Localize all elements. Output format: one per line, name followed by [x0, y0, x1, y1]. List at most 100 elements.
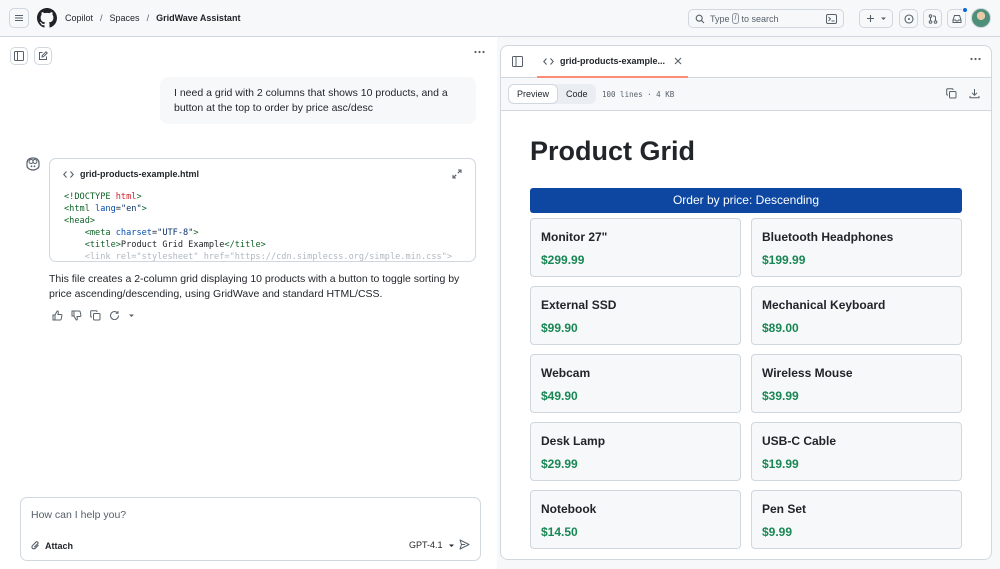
- product-name: Notebook: [541, 502, 597, 516]
- model-label: GPT-4.1: [409, 540, 443, 550]
- new-chat-button[interactable]: [34, 47, 52, 65]
- download-icon: [969, 89, 980, 99]
- send-button[interactable]: [459, 539, 470, 550]
- code-preview: <!DOCTYPE html> <html lang="en"> <head> <m…: [50, 189, 475, 262]
- compose-icon: [39, 51, 48, 60]
- breadcrumb-spaces[interactable]: Spaces: [110, 13, 140, 23]
- product-card: Bluetooth Headphones $199.99: [751, 218, 962, 277]
- product-price: $19.99: [762, 457, 799, 471]
- copy-file-button[interactable]: [946, 88, 957, 99]
- thumbs-up-icon[interactable]: [52, 310, 63, 321]
- github-logo-icon[interactable]: [37, 8, 57, 28]
- breadcrumb-space-name[interactable]: GridWave Assistant: [156, 13, 240, 23]
- copilot-avatar-icon: [25, 157, 41, 171]
- product-price: $49.90: [541, 389, 578, 403]
- close-icon[interactable]: [674, 57, 682, 65]
- rendered-preview: Product Grid Order by price: Descending …: [501, 111, 991, 559]
- product-name: Webcam: [541, 366, 591, 380]
- thumbs-down-icon[interactable]: [71, 310, 82, 321]
- product-price: $99.90: [541, 321, 578, 335]
- panel-options-button[interactable]: [970, 57, 981, 61]
- user-message: I need a grid with 2 columns that shows …: [160, 77, 476, 124]
- product-card: Mechanical Keyboard $89.00: [751, 286, 962, 345]
- attach-button[interactable]: Attach: [31, 540, 73, 551]
- model-picker[interactable]: GPT-4.1: [409, 540, 455, 550]
- product-name: Pen Set: [762, 502, 807, 516]
- product-card: USB-C Cable $19.99: [751, 422, 962, 481]
- chat-composer[interactable]: How can I help you? Attach GPT-4.1: [20, 497, 481, 561]
- tab-code[interactable]: Code: [558, 84, 596, 104]
- toggle-panel-button[interactable]: [512, 56, 523, 67]
- product-card: Desk Lamp $29.99: [530, 422, 741, 481]
- top-header: Copilot / Spaces / GridWave Assistant Ty…: [0, 0, 1000, 37]
- pull-request-icon: [928, 13, 937, 24]
- hamburger-icon: [15, 14, 23, 22]
- code-line-6: <link rel="stylesheet" href="https://cdn…: [64, 252, 453, 262]
- expand-icon: [452, 169, 462, 179]
- breadcrumb-separator: /: [146, 13, 150, 23]
- paperclip-icon: [31, 541, 39, 550]
- copy-icon: [946, 88, 957, 99]
- product-card: Notebook $14.50: [530, 490, 741, 549]
- code-line-4: <meta charset="UTF-8">: [84, 228, 199, 238]
- search-icon: [695, 14, 705, 23]
- avatar[interactable]: [971, 8, 991, 28]
- code-icon: [543, 57, 554, 65]
- menu-button[interactable]: [9, 8, 29, 28]
- issues-button[interactable]: [899, 9, 918, 28]
- expand-button[interactable]: [452, 169, 462, 179]
- search-suffix: to search: [741, 13, 779, 24]
- code-attachment-card[interactable]: grid-products-example.html <!DOCTYPE htm…: [49, 158, 476, 262]
- copy-icon[interactable]: [90, 310, 101, 321]
- product-name: External SSD: [541, 298, 617, 312]
- notifications-button[interactable]: [947, 7, 968, 28]
- retry-icon[interactable]: [109, 310, 120, 321]
- product-price: $39.99: [762, 389, 799, 403]
- composer-input[interactable]: How can I help you?: [31, 509, 126, 521]
- product-name: Mechanical Keyboard: [762, 298, 886, 312]
- code-line-5: <title>Product Grid Example</title>: [84, 240, 266, 250]
- file-tab[interactable]: grid-products-example...: [537, 46, 689, 78]
- product-grid: Monitor 27" $299.99 Bluetooth Headphones $…: [530, 218, 962, 549]
- download-button[interactable]: [969, 88, 980, 99]
- search-label: Type: [710, 13, 730, 24]
- view-toggle: Preview Code: [508, 84, 596, 104]
- code-card-header: grid-products-example.html: [50, 159, 475, 189]
- sort-by-price-button[interactable]: Order by price: Descending: [530, 188, 962, 213]
- product-price: $29.99: [541, 457, 578, 471]
- send-icon: [459, 539, 470, 550]
- conversation-options-button[interactable]: [474, 50, 485, 54]
- tab-preview[interactable]: Preview: [508, 84, 559, 104]
- breadcrumb-copilot[interactable]: Copilot: [65, 13, 93, 23]
- file-tab-label: grid-products-example...: [560, 56, 666, 66]
- product-price: $14.50: [541, 525, 578, 539]
- search-shortcut-key: /: [731, 13, 740, 24]
- preview-toolbar: Preview Code 100 lines · 4 KB: [501, 78, 991, 111]
- code-card-title: grid-products-example.html: [80, 169, 200, 179]
- product-name: Monitor 27": [541, 230, 608, 244]
- product-price: $89.00: [762, 321, 799, 335]
- product-price: $9.99: [762, 525, 793, 539]
- plus-icon: [866, 15, 874, 22]
- pull-requests-button[interactable]: [923, 9, 942, 28]
- toggle-sidebar-button[interactable]: [10, 47, 28, 65]
- search-input[interactable]: Type / to search: [688, 9, 844, 28]
- command-palette-icon[interactable]: [826, 14, 837, 24]
- file-preview-panel: grid-products-example... Preview Code 10…: [500, 45, 992, 560]
- product-price: $299.99: [541, 253, 585, 267]
- product-card: Webcam $49.90: [530, 354, 741, 413]
- kebab-horizontal-icon: [970, 57, 981, 61]
- code-line-3: <head>: [64, 216, 96, 226]
- create-new-button[interactable]: [859, 9, 893, 28]
- caret-down-icon[interactable]: [128, 312, 135, 319]
- code-line-2: <html lang="en">: [64, 204, 147, 214]
- message-actions: [52, 310, 135, 321]
- sidebar-icon: [14, 51, 24, 61]
- product-card: External SSD $99.90: [530, 286, 741, 345]
- product-name: USB-C Cable: [762, 434, 837, 448]
- file-meta: 100 lines · 4 KB: [602, 90, 675, 99]
- breadcrumb-separator: /: [100, 13, 103, 23]
- product-card: Pen Set $9.99: [751, 490, 962, 549]
- notification-dot: [962, 7, 968, 13]
- caret-down-icon: [880, 17, 886, 20]
